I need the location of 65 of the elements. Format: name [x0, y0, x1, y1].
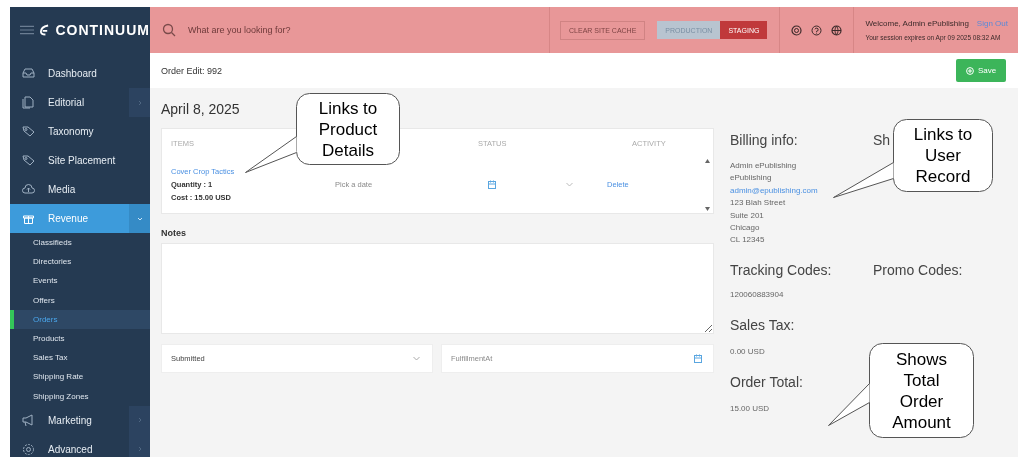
chevron-right-icon[interactable]: [136, 417, 143, 424]
sidebar-item[interactable]: Site Placement: [10, 146, 150, 175]
cloud-icon: [22, 183, 35, 196]
notes-field[interactable]: [161, 243, 714, 334]
logo-text: CONTINUUM: [55, 22, 150, 38]
billing-text: Suite 201: [730, 210, 764, 220]
billing-text: Chicago: [730, 222, 760, 232]
section-heading: Tracking Codes:: [730, 262, 832, 279]
tracking-code: 120060883904: [730, 290, 784, 300]
callout-text: Shows Total Order Amount: [891, 348, 952, 433]
section-heading: Sh: [873, 132, 891, 148]
tag-icon: [22, 154, 35, 167]
order-total-value: 15.00 USD: [730, 404, 770, 414]
documents-icon: [22, 96, 35, 109]
scroll-down-icon[interactable]: [705, 207, 710, 211]
menu-icon[interactable]: [20, 24, 35, 36]
sidebar-item[interactable]: Media: [10, 175, 150, 204]
sidebar-subitem[interactable]: Classifieds: [10, 233, 150, 253]
chevron-right-icon[interactable]: [136, 99, 143, 106]
help-icon[interactable]: [811, 24, 823, 36]
sidebar-item[interactable]: Marketing: [10, 405, 150, 435]
calendar-icon[interactable]: [694, 354, 702, 363]
sidebar-subitem[interactable]: Sales Tax: [10, 348, 150, 368]
chevron-down-icon: [413, 356, 420, 361]
section-heading: Billing info:: [730, 132, 798, 148]
sidebar-item[interactable]: Taxonomy: [10, 117, 150, 146]
billing-text: CL 12345: [730, 235, 765, 245]
logo-icon: [40, 24, 50, 36]
chevron-down-icon[interactable]: [136, 215, 143, 222]
sidebar-subitem[interactable]: Products: [10, 328, 150, 349]
callout-text: Links to Product Details: [317, 97, 379, 161]
sidebar-item[interactable]: Editorial: [10, 88, 150, 117]
plus-circle-icon: [965, 66, 974, 75]
sidebar-subitem[interactable]: Orders: [10, 309, 150, 329]
sales-tax-value: 0.00 USD: [730, 347, 765, 357]
sidebar-subitem[interactable]: Events: [10, 271, 150, 291]
page-title: Order Edit: 992: [161, 65, 223, 76]
billing-text: ePublishing: [730, 173, 772, 183]
billing-text: 123 Blah Street: [730, 198, 786, 208]
sidebar-subitem[interactable]: Directories: [10, 252, 150, 272]
gift-icon: [22, 212, 35, 225]
scroll-up-icon[interactable]: [705, 159, 710, 163]
tag-icon: [22, 125, 35, 138]
calendar-icon[interactable]: [487, 180, 496, 189]
section-heading: Sales Tax:: [730, 317, 795, 334]
section-heading: Order Total:: [730, 374, 803, 391]
section-heading: Promo Codes:: [873, 262, 963, 279]
welcome-text: Welcome, Admin ePublishing: [865, 19, 969, 28]
notes-label: Notes: [161, 228, 187, 238]
sidebar-subitem[interactable]: Shipping Zones: [10, 386, 150, 406]
search-field[interactable]: What are you looking for?: [186, 24, 490, 36]
lifebuoy-icon[interactable]: [791, 24, 803, 36]
globe-icon[interactable]: [831, 24, 843, 36]
sidebar-item[interactable]: Dashboard: [10, 59, 150, 88]
order-date: April 8, 2025: [161, 101, 240, 117]
sidebar-subitem[interactable]: Offers: [10, 290, 150, 310]
callout-text: Links to User Record: [912, 124, 974, 187]
search-icon: [162, 23, 176, 37]
tray-icon: [22, 67, 35, 80]
billing-text: Admin ePublishing: [730, 161, 797, 170]
chevron-right-icon[interactable]: [136, 446, 143, 453]
megaphone-icon: [22, 413, 35, 427]
gear-icon: [22, 442, 35, 456]
sidebar-item[interactable]: Advanced: [10, 434, 150, 457]
sidebar-subitem[interactable]: Shipping Rate: [10, 367, 150, 387]
